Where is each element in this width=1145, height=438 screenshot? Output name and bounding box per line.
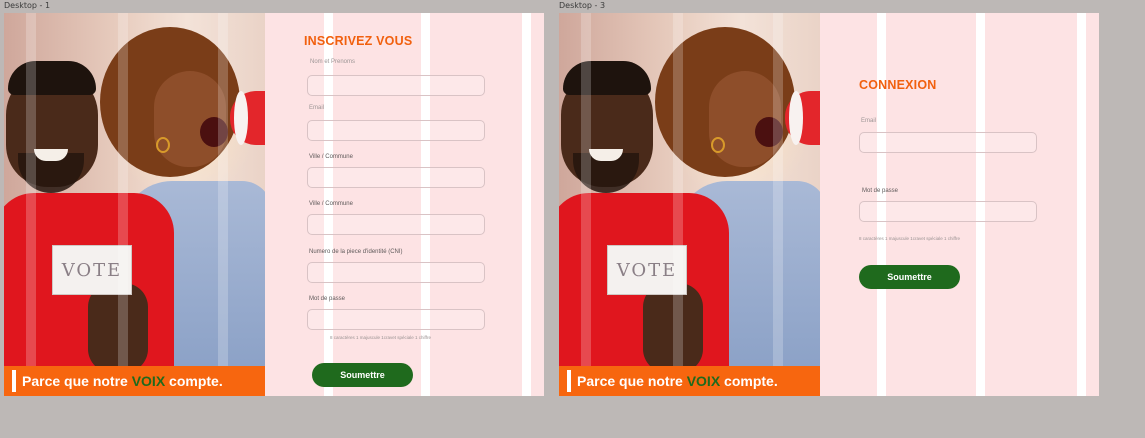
banner-accent-bar [12,370,16,392]
slogan-banner: Parce que notre VOIX compte. [4,366,265,396]
frame-desktop-3: VOTE Parce que notre VOIX compte. CONNEX… [559,13,1099,396]
field-label-email: Email [309,105,325,111]
login-form: CONNEXION Email Mot de passe 8 caractère… [820,13,1099,396]
frame-label-desktop-3[interactable]: Desktop - 3 [559,1,605,10]
frame-desktop-1: VOTE Parce que notre VOIX compte. INSCRI… [4,13,544,396]
slogan-text: Parce que notre VOIX compte. [22,373,223,389]
password-input[interactable] [859,201,1037,222]
banner-accent-bar [567,370,571,392]
field-label-cni: Numero de la piece d'identité (CNI) [309,249,403,255]
hero-photo: VOTE [4,13,265,366]
hero-photo: VOTE [559,13,820,366]
slogan-text: Parce que notre VOIX compte. [577,373,778,389]
login-title: CONNEXION [859,78,937,92]
slogan-banner: Parce que notre VOIX compte. [559,366,820,396]
password-hint: 8 caractères 1 majuscule 1cravet spécial… [330,335,431,340]
field-label-password: Mot de passe [309,296,346,302]
ville-commune-input-1[interactable] [307,167,485,188]
field-label-ville-1: Ville / Commune [309,154,353,160]
ville-commune-input-2[interactable] [307,214,485,235]
nom-prenoms-input[interactable] [307,75,485,96]
submit-button[interactable]: Soumettre [859,265,960,289]
signup-form: INSCRIVEZ VOUS Nom et Prenoms Email Vill… [265,13,544,396]
signup-title: INSCRIVEZ VOUS [304,34,413,48]
password-input[interactable] [307,309,485,330]
email-input[interactable] [307,120,485,141]
password-hint: 8 caractères 1 majuscule 1cravet spécial… [859,236,960,241]
field-label-ville-2: Ville / Commune [309,201,353,207]
email-input[interactable] [859,132,1037,153]
field-label-email: Email [861,118,877,124]
field-label-password: Mot de passe [862,188,899,194]
field-label-nom: Nom et Prenoms [310,59,356,65]
cni-input[interactable] [307,262,485,283]
frame-label-desktop-1[interactable]: Desktop - 1 [4,1,50,10]
submit-button[interactable]: Soumettre [312,363,413,387]
